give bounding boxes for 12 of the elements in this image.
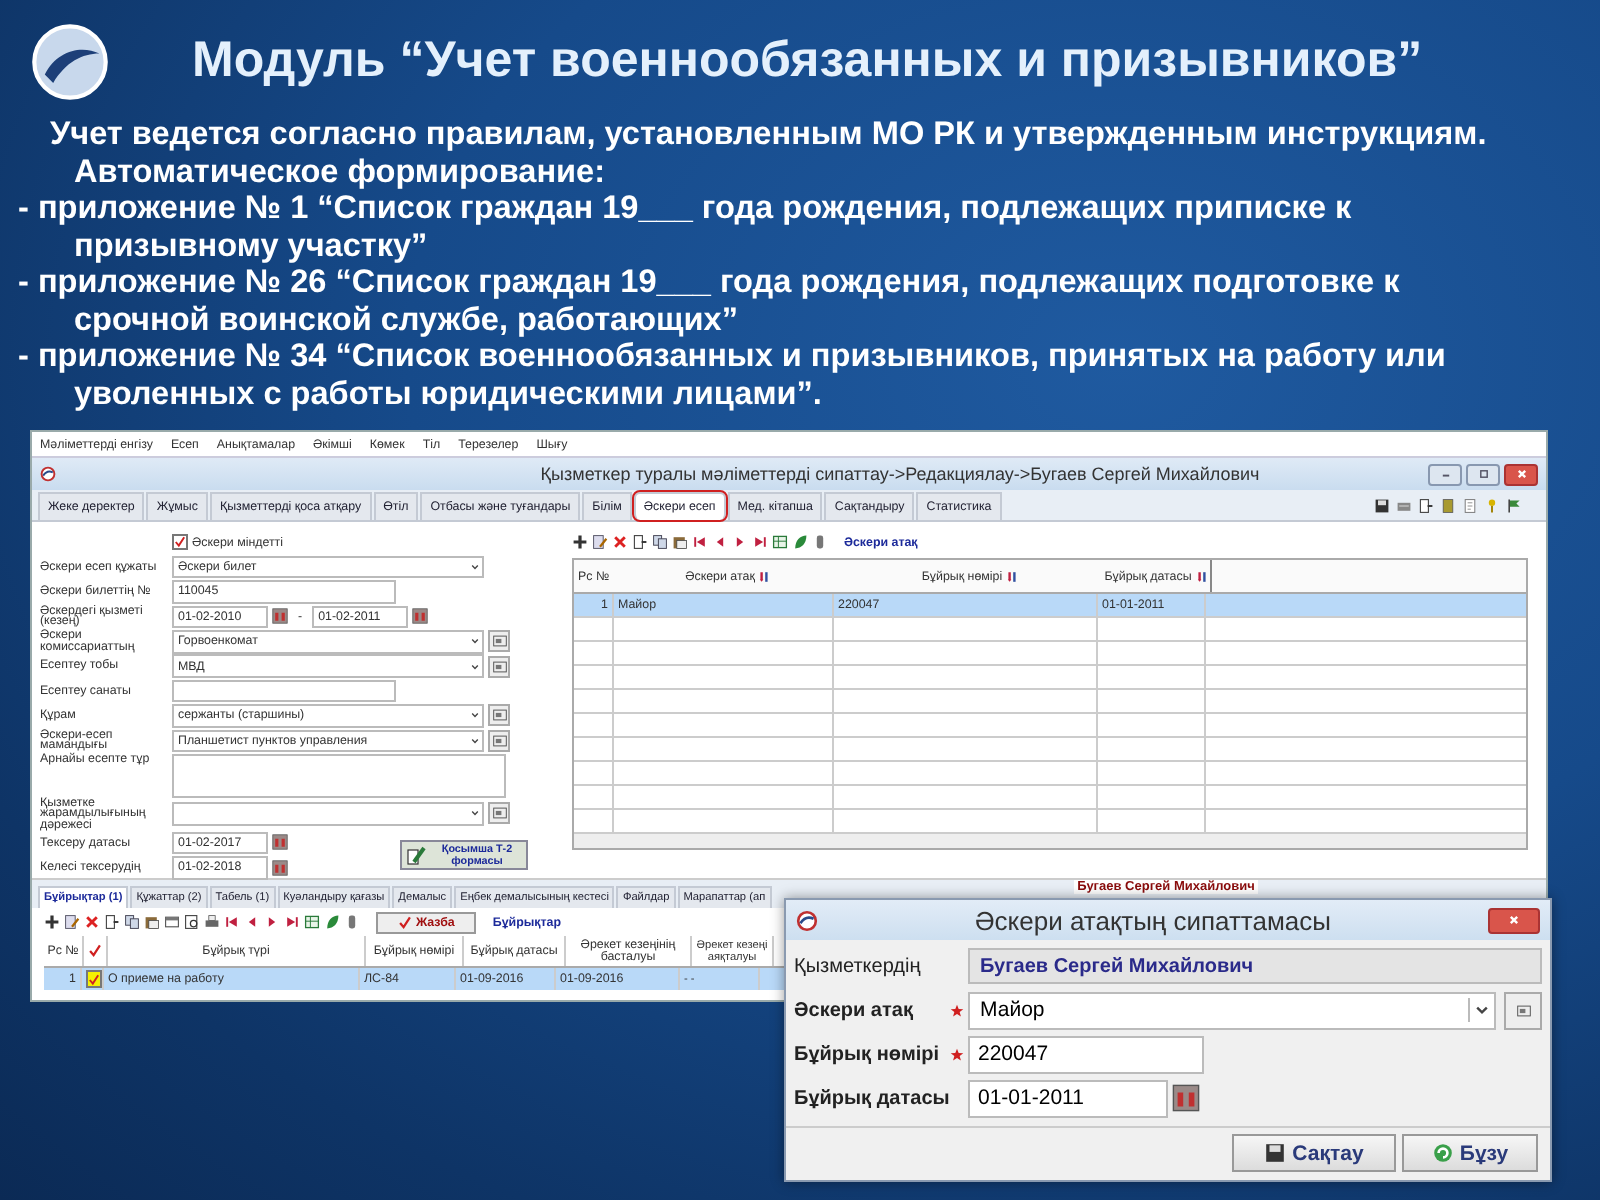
field-label: Бұйрық датасы <box>794 1087 946 1109</box>
bullet-text: - приложение № 1 “Список граждан 19___ года рождения, подлежащих приписке к призывному участку” <box>16 190 1354 264</box>
field-label: Әскери атақ <box>794 999 915 1021</box>
bullet-text: - приложение № 26 “Список граждан 19___ года рождения, подлежащих подготовке к срочной воинской службе, работающих” <box>16 264 1402 338</box>
bullet-text: - приложение № 34 “Список военнообязанных и призывников, принятых на работу или уволенных с работы юридическими лицами”. <box>16 338 1448 412</box>
window-title: Қызметкер туралы мәліметтерді сипаттау->Редакциялау->Бугаев Сергей Михайлович <box>538 464 1262 484</box>
field-label: Бұйрық нөмірі <box>794 1043 942 1065</box>
slide-title: Модуль “Учет военнообязанных и призывников” <box>192 31 1423 89</box>
bullet-text: Учет ведется согласно правилам, установленным МО РК и утвержденным инструкциям. Автоматическое формирование: <box>48 116 1489 190</box>
dialog-title: Әскери атақтың сипаттамасы <box>973 905 1333 935</box>
readonly-field: Бугаев Сергей Михайлович <box>968 948 1542 984</box>
field-label: Қызметкердің <box>794 955 923 977</box>
